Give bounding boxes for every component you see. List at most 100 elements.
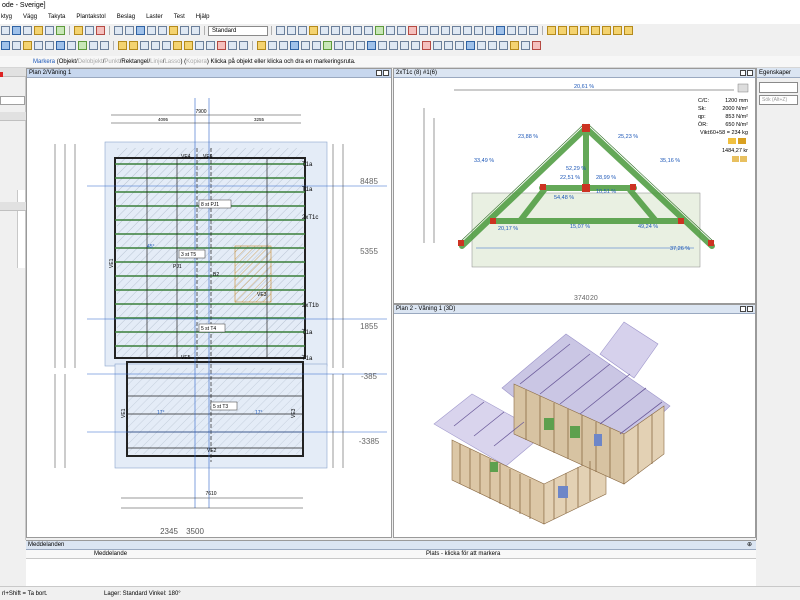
tool-icon[interactable] xyxy=(309,26,318,35)
tool-icon[interactable] xyxy=(100,41,109,50)
truss-label-t1a[interactable]: T1a xyxy=(302,356,313,362)
tool-icon[interactable] xyxy=(342,26,351,35)
close-icon[interactable] xyxy=(747,70,753,76)
tool-icon[interactable] xyxy=(353,26,362,35)
folder-icon[interactable] xyxy=(591,26,600,35)
close-icon[interactable] xyxy=(383,70,389,76)
tool-icon[interactable] xyxy=(485,26,494,35)
truss-label-2xt1b[interactable]: 2xT1b xyxy=(302,303,319,309)
wall-label-ve1-lower[interactable]: VE1 xyxy=(121,408,127,418)
menu-item-laster[interactable]: Laster xyxy=(146,11,163,24)
tool-icon[interactable] xyxy=(217,41,226,50)
tool-icon[interactable] xyxy=(239,41,248,50)
tool-icon[interactable] xyxy=(444,41,453,50)
tool-icon[interactable] xyxy=(389,41,398,50)
tool-icon[interactable] xyxy=(34,26,43,35)
folder-icon[interactable] xyxy=(558,26,567,35)
restore-icon[interactable] xyxy=(740,306,746,312)
tool-icon[interactable] xyxy=(12,26,21,35)
select-arrow-icon[interactable] xyxy=(114,26,123,35)
cost-icon[interactable] xyxy=(738,138,746,144)
wall-label-ve3[interactable]: VE3 xyxy=(291,408,297,418)
folder-icon[interactable] xyxy=(547,26,556,35)
group-label-pj1[interactable]: 8 st PJ1 xyxy=(201,202,219,208)
tool-icon[interactable] xyxy=(408,26,417,35)
wall-label-ve1[interactable]: VE1 xyxy=(109,258,115,268)
mode-linje[interactable]: Linje xyxy=(150,59,163,65)
wall-label-ve2[interactable]: VE2 xyxy=(207,448,217,454)
tool-icon[interactable] xyxy=(45,41,54,50)
tool-icon[interactable] xyxy=(56,41,65,50)
menu-item-beslag[interactable]: Beslag xyxy=(117,11,135,24)
tool-icon[interactable] xyxy=(45,26,54,35)
tool-icon[interactable] xyxy=(96,26,105,35)
tool-icon[interactable] xyxy=(12,41,21,50)
tool-icon[interactable] xyxy=(173,41,182,50)
tool-icon[interactable] xyxy=(312,41,321,50)
tool-icon[interactable] xyxy=(364,26,373,35)
menu-item-takyta[interactable]: Takyta xyxy=(48,11,65,24)
tool-icon[interactable] xyxy=(422,41,431,50)
group-label-t5[interactable]: 3 st T5 xyxy=(181,252,196,258)
tool-icon[interactable] xyxy=(257,41,266,50)
tool-icon[interactable] xyxy=(411,41,420,50)
menu-item-verktyg[interactable]: ktyg xyxy=(1,11,12,24)
tool-icon[interactable] xyxy=(452,26,461,35)
tool-icon[interactable] xyxy=(118,41,127,50)
tool-icon[interactable] xyxy=(397,26,406,35)
tool-icon[interactable] xyxy=(521,41,530,50)
tool-icon[interactable] xyxy=(740,156,747,162)
properties-search[interactable]: Sök (Alt+Z) xyxy=(759,95,798,105)
tool-icon[interactable] xyxy=(129,41,138,50)
tool-icon[interactable] xyxy=(356,41,365,50)
tool-icon[interactable] xyxy=(23,41,32,50)
tool-icon[interactable] xyxy=(228,41,237,50)
tool-icon[interactable] xyxy=(136,26,145,35)
pin-icon[interactable]: ⊕ xyxy=(747,541,752,550)
menu-item-vagg[interactable]: Vägg xyxy=(23,11,37,24)
tool-icon[interactable] xyxy=(151,41,160,50)
model-3d-canvas[interactable] xyxy=(394,314,755,537)
tool-icon[interactable] xyxy=(433,41,442,50)
tool-icon[interactable] xyxy=(331,26,340,35)
tool-icon[interactable] xyxy=(375,26,384,35)
menu-item-test[interactable]: Test xyxy=(174,11,185,24)
tool-icon[interactable] xyxy=(67,41,76,50)
rect-tool-icon[interactable] xyxy=(320,26,329,35)
tool-icon[interactable] xyxy=(1,26,10,35)
plan-drawing[interactable]: 7900 4095 3255 7610 2345 3500 8485 5355 … xyxy=(27,78,391,537)
tool-icon[interactable] xyxy=(23,26,32,35)
group-label-t4[interactable]: 5 st T4 xyxy=(201,326,216,332)
col-location[interactable]: Plats - klicka för att markera xyxy=(426,550,500,559)
restore-icon[interactable] xyxy=(376,70,382,76)
tool-icon[interactable] xyxy=(463,26,472,35)
wall-label-ve3-upper[interactable]: VE3 xyxy=(257,292,267,298)
properties-icon[interactable] xyxy=(737,83,749,93)
restore-icon[interactable] xyxy=(740,70,746,76)
tool-icon[interactable] xyxy=(732,156,739,162)
tool-icon[interactable] xyxy=(499,41,508,50)
layer-combo[interactable]: Standard xyxy=(208,26,268,36)
tool-icon[interactable] xyxy=(477,41,486,50)
truss-view-window[interactable]: 2xT1c (8) #1(6) 20,61 % 23,88 % 33,49 % … xyxy=(393,68,756,304)
left-panel-section[interactable] xyxy=(0,202,26,211)
tool-icon[interactable] xyxy=(419,26,428,35)
truss-label-t1a[interactable]: T1a xyxy=(302,162,313,168)
wall-label-ve4[interactable]: VE4 xyxy=(181,154,191,160)
properties-selector[interactable] xyxy=(759,82,798,93)
tool-icon[interactable] xyxy=(507,26,516,35)
tool-icon[interactable] xyxy=(180,26,189,35)
mode-objekt[interactable]: Objekt xyxy=(59,59,76,65)
tool-icon[interactable] xyxy=(184,41,193,50)
model-3d-window[interactable]: Plan 2 - Våning 1 (3D) xyxy=(393,304,756,538)
truss-label-2xt1c[interactable]: 2xT1c xyxy=(302,215,318,221)
folder-icon[interactable] xyxy=(569,26,578,35)
tool-icon[interactable] xyxy=(323,41,332,50)
tool-icon[interactable] xyxy=(488,41,497,50)
arc-tool-icon[interactable] xyxy=(287,26,296,35)
tool-icon[interactable] xyxy=(455,41,464,50)
tool-icon[interactable] xyxy=(345,41,354,50)
menu-item-hjalp[interactable]: Hjälp xyxy=(196,11,210,24)
tool-icon[interactable] xyxy=(532,41,541,50)
tool-icon[interactable] xyxy=(518,26,527,35)
